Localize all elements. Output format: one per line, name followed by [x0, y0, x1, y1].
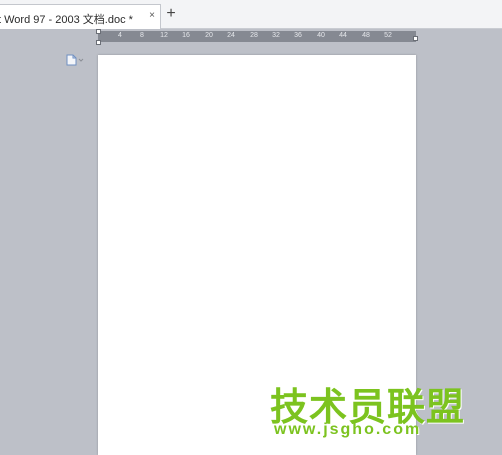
ruler-tick: 4 [118, 32, 122, 39]
ruler-tick: 52 [384, 32, 392, 39]
horizontal-ruler[interactable]: 4 8 12 16 20 24 28 32 36 40 44 48 52 [98, 31, 416, 42]
document-tab-bar: t Word 97 - 2003 文档.doc * × + [0, 0, 502, 29]
document-tab[interactable]: t Word 97 - 2003 文档.doc * × [0, 4, 161, 29]
ruler-tick: 40 [317, 32, 325, 39]
close-icon[interactable]: × [146, 10, 158, 22]
ruler-tick: 28 [250, 32, 258, 39]
page-dropdown-icon-graphic [66, 54, 84, 66]
page-dropdown-icon[interactable] [66, 53, 84, 66]
ruler-tick: 16 [182, 32, 190, 39]
left-indent-top-handle[interactable] [96, 29, 101, 34]
right-indent-handle[interactable] [413, 36, 418, 41]
ruler-tick: 44 [339, 32, 347, 39]
watermark-url: www.jsgho.com [274, 421, 422, 438]
ruler-tick: 20 [205, 32, 213, 39]
new-tab-button[interactable]: + [163, 6, 179, 22]
ruler-tick: 24 [227, 32, 235, 39]
ruler-tick: 32 [272, 32, 280, 39]
left-indent-bottom-handle[interactable] [96, 40, 101, 45]
ruler-tick: 8 [140, 32, 144, 39]
ruler-tick: 12 [160, 32, 168, 39]
ruler-tick: 48 [362, 32, 370, 39]
document-tab-title: t Word 97 - 2003 文档.doc * [0, 14, 133, 26]
ruler-tick: 36 [294, 32, 302, 39]
